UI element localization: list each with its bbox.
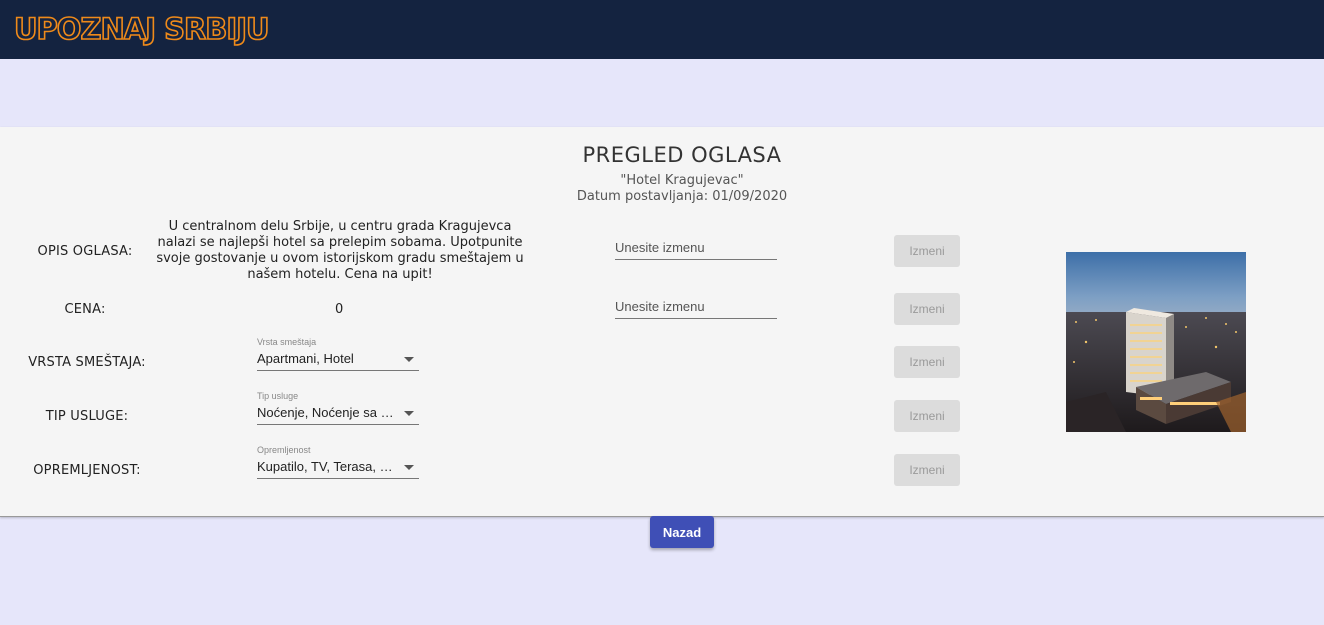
service-type-selected: Noćenje, Noćenje sa doručkom [257, 405, 399, 420]
ad-name: "Hotel Kragujevac" [620, 173, 744, 188]
description-label: OPIS OGLASA: [37, 244, 133, 259]
back-button[interactable]: Nazad [650, 516, 714, 548]
service-type-select-box[interactable]: Noćenje, Noćenje sa doručkom [257, 402, 419, 425]
accommodation-type-edit-button[interactable]: Izmeni [894, 346, 960, 378]
equipment-select-label: Opremljenost [257, 445, 311, 455]
price-edit-button[interactable]: Izmeni [894, 293, 960, 325]
chevron-down-icon[interactable] [404, 465, 414, 470]
top-navbar: UPOZNAJ SRBIJU [0, 0, 1324, 59]
accommodation-type-select-box[interactable]: Apartmani, Hotel [257, 348, 419, 371]
service-type-edit-button[interactable]: Izmeni [894, 400, 960, 432]
price-value: 0 [335, 302, 344, 317]
description-edit-button[interactable]: Izmeni [894, 235, 960, 267]
equipment-select[interactable]: Opremljenost Kupatilo, TV, Terasa, Klima [257, 444, 419, 479]
service-type-label: TIP USLUGE: [45, 409, 129, 424]
description-edit-input[interactable] [615, 235, 777, 260]
equipment-edit-button[interactable]: Izmeni [894, 454, 960, 486]
app-logo[interactable]: UPOZNAJ SRBIJU [13, 11, 270, 47]
equipment-label: OPREMLJENOST: [33, 463, 141, 478]
posted-date: Datum postavljanja: 01/09/2020 [576, 189, 788, 204]
equipment-selected: Kupatilo, TV, Terasa, Klima [257, 459, 399, 474]
accommodation-type-selected: Apartmani, Hotel [257, 351, 354, 366]
accommodation-type-select[interactable]: Vrsta smeštaja Apartmani, Hotel [257, 336, 419, 371]
price-label: CENA: [64, 302, 106, 317]
description-text: U centralnom delu Srbije, u centru grada… [156, 219, 524, 282]
service-type-select-label: Tip usluge [257, 391, 299, 401]
equipment-select-box[interactable]: Kupatilo, TV, Terasa, Klima [257, 456, 419, 479]
accommodation-type-label: VRSTA SMEŠTAJA: [28, 355, 146, 370]
chevron-down-icon[interactable] [404, 411, 414, 416]
service-type-select[interactable]: Tip usluge Noćenje, Noćenje sa doručkom [257, 390, 419, 425]
ad-review-card: PREGLED OGLASA "Hotel Kragujevac" Datum … [0, 127, 1324, 517]
chevron-down-icon[interactable] [404, 357, 414, 362]
page-title: PREGLED OGLASA [582, 143, 782, 167]
price-edit-input[interactable] [615, 294, 777, 319]
hotel-photo [1066, 252, 1246, 432]
accommodation-type-select-label: Vrsta smeštaja [257, 337, 317, 347]
